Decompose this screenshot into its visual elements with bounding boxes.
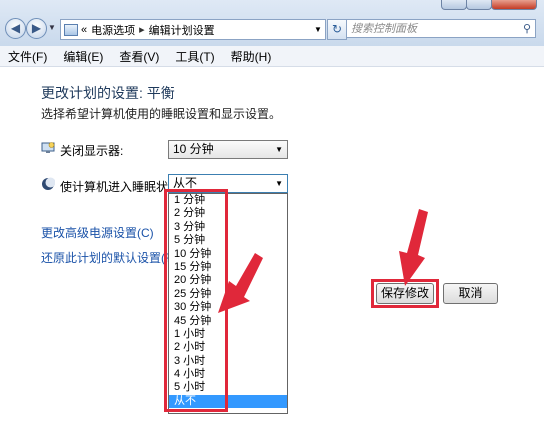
arrow-right-icon: ▶ — [31, 21, 42, 35]
history-dropdown-icon[interactable]: ▼ — [48, 24, 56, 32]
close-button[interactable] — [491, 0, 537, 10]
main-content: 更改计划的设置: 平衡 选择希望计算机使用的睡眠设置和显示设置。 关闭显示器: … — [0, 67, 544, 441]
breadcrumb-power-options[interactable]: 电源选项 — [91, 22, 135, 38]
back-button[interactable]: ◀ — [5, 18, 26, 39]
minimize-button[interactable] — [441, 0, 467, 10]
refresh-icon: ↻ — [331, 22, 343, 36]
menu-bar: 文件(F) 编辑(E) 查看(V) 工具(T) 帮助(H) — [0, 46, 544, 67]
search-icon[interactable]: ⚲ — [523, 22, 531, 35]
menu-file[interactable]: 文件(F) — [0, 48, 55, 65]
maximize-button[interactable] — [466, 0, 492, 10]
control-panel-icon — [64, 23, 78, 36]
breadcrumb-separator-icon[interactable]: ▸ — [139, 23, 145, 36]
search-input[interactable] — [347, 20, 520, 38]
annotation-arrows — [218, 209, 428, 313]
arrow-annotation-icon — [218, 253, 263, 313]
search-box: ⚲ — [346, 19, 536, 38]
menu-tools[interactable]: 工具(T) — [167, 48, 222, 65]
address-box[interactable]: « 电源选项 ▸ 编辑计划设置 — [60, 19, 312, 40]
arrow-left-icon: ◀ — [10, 21, 21, 35]
menu-view[interactable]: 查看(V) — [111, 48, 167, 65]
arrow-annotation-icon — [399, 209, 428, 286]
breadcrumb-overflow[interactable]: « — [81, 24, 87, 36]
refresh-button[interactable]: ↻ — [327, 19, 347, 40]
menu-edit[interactable]: 编辑(E) — [55, 48, 111, 65]
menu-help[interactable]: 帮助(H) — [223, 48, 280, 65]
breadcrumb-edit-plan[interactable]: 编辑计划设置 — [149, 22, 215, 38]
address-dropdown-icon[interactable]: ▼ — [311, 19, 326, 40]
address-toolbar: ◀ ▶ ▼ « 电源选项 ▸ 编辑计划设置 ▼ ↻ ⚲ — [0, 0, 544, 47]
forward-button[interactable]: ▶ — [26, 18, 47, 39]
